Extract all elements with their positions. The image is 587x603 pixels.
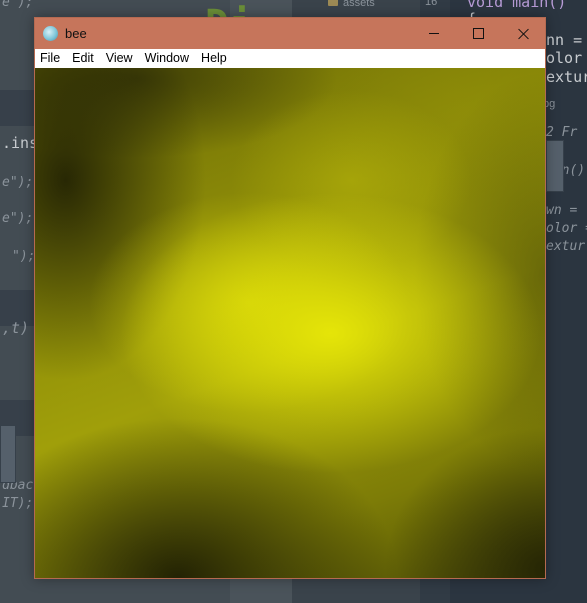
background-widget [0, 425, 16, 483]
close-button[interactable] [501, 18, 546, 49]
minimize-button[interactable] [411, 18, 456, 49]
background-widget [546, 140, 564, 192]
code-line: nn = [546, 31, 587, 49]
code-line: IT); [2, 496, 34, 511]
menu-help[interactable]: Help [195, 49, 233, 68]
close-icon [518, 28, 530, 40]
line-number: 16 [425, 0, 438, 8]
folder-icon [328, 0, 338, 6]
tree-label: assets [343, 0, 375, 9]
minimize-icon [428, 33, 439, 34]
code-line: void main() [467, 0, 567, 11]
code-line: 2 Fr [546, 125, 578, 140]
window-title: bee [65, 26, 87, 41]
code-line: exture [546, 68, 587, 86]
globe-icon [43, 26, 58, 41]
code-line: "); [12, 249, 36, 264]
code-line: ,t) [2, 319, 30, 337]
code-line: e"); [2, 175, 34, 190]
maximize-button[interactable] [456, 18, 501, 49]
code-line: .ins [2, 134, 39, 152]
code-line: e"); [2, 211, 34, 226]
app-window: bee File Edit View Window Help [34, 17, 546, 579]
code-line: e"); [2, 0, 34, 10]
menu-edit[interactable]: Edit [66, 49, 100, 68]
code-line: extur [546, 239, 586, 254]
menu-window[interactable]: Window [139, 49, 195, 68]
menu-file[interactable]: File [35, 49, 66, 68]
code-line: wn = [546, 203, 578, 218]
code-line: olor = [546, 49, 583, 67]
code-line: olor = [546, 221, 587, 236]
title-bar[interactable]: bee [35, 18, 545, 49]
menu-bar: File Edit View Window Help [35, 49, 545, 68]
maximize-icon [473, 28, 484, 39]
render-canvas[interactable] [35, 68, 545, 578]
menu-view[interactable]: View [100, 49, 139, 68]
